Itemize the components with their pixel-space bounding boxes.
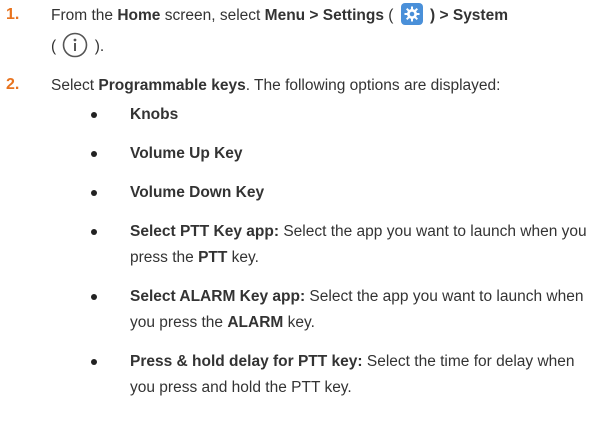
text: From the [51,7,118,24]
bullet-icon [91,190,97,196]
menu-settings-label: Menu > Settings [264,7,384,24]
option-key: PTT [198,249,228,266]
info-icon [62,32,88,58]
step-number: 2. [6,76,20,93]
system-label: ) > System [425,7,508,24]
text: screen, select [160,7,265,24]
option-desc: key. [283,314,315,331]
step-1-text: From the Home screen, select Menu > Sett… [51,0,604,62]
gear-icon [400,3,423,25]
list-item: Select ALARM Key app: Select the app you… [87,284,600,336]
list-item: Select PTT Key app: Select the app you w… [87,219,600,271]
option-title: Knobs [130,106,179,123]
bullet-icon [91,229,97,235]
list-item: Knobs [87,102,600,128]
option-title: Select PTT Key app: [130,223,280,240]
bullet-icon [91,112,97,118]
bullet-icon [91,151,97,157]
home-label: Home [117,7,161,24]
option-desc: key. [227,249,259,266]
options-list: Knobs Volume Up Key Volume Down Key Sele… [87,78,600,401]
option-title: Press & hold delay for PTT key: [130,353,363,370]
list-item: Volume Up Key [87,141,600,167]
step-number: 1. [6,6,20,23]
option-key: ALARM [227,314,284,331]
option-title: Volume Down Key [130,184,265,201]
bullet-icon [91,359,97,365]
text: ). [90,38,105,55]
text: ( [383,7,398,24]
list-item: Press & hold delay for PTT key: Select t… [87,349,600,401]
option-title: Volume Up Key [130,145,243,162]
bullet-icon [91,294,97,300]
list-item: Volume Down Key [87,180,600,206]
option-title: Select ALARM Key app: [130,288,306,305]
text: ( [51,38,61,55]
